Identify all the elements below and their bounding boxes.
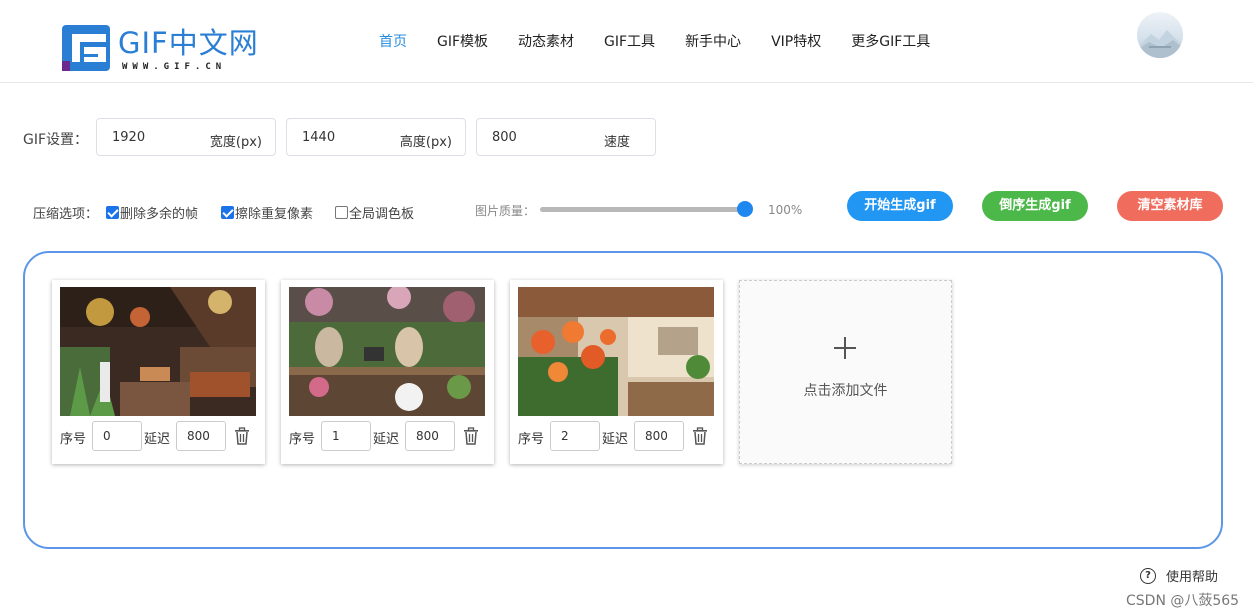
speed-unit: 速度 <box>603 135 630 150</box>
nav-item-vip[interactable]: VIP特权 <box>771 31 821 51</box>
checkbox-unchecked-icon[interactable] <box>335 206 348 219</box>
gif-settings-label: GIF设置： <box>23 132 89 148</box>
order-input[interactable]: 0 <box>92 421 142 451</box>
frame-card: 序号 2 延迟 800 <box>510 280 723 464</box>
trash-icon[interactable] <box>463 427 479 445</box>
frame-thumbnail-flower-shop[interactable] <box>289 287 485 416</box>
nav-item-beginner-center[interactable]: 新手中心 <box>685 31 741 51</box>
checkbox-checked-icon[interactable] <box>221 206 234 219</box>
nav-item-home[interactable]: 首页 <box>379 31 407 51</box>
order-value: 1 <box>332 429 340 443</box>
plus-icon <box>834 337 856 359</box>
checkbox-erase-duplicate-pixels[interactable]: 擦除重复像素 <box>221 203 313 222</box>
checkbox-remove-redundant-frames[interactable]: 删除多余的帧 <box>106 203 198 222</box>
speed-value: 800 <box>492 130 517 145</box>
delay-value: 800 <box>187 429 210 443</box>
width-field[interactable]: 1920 宽度(px) <box>96 118 276 156</box>
avatar-landscape-icon <box>1137 30 1183 58</box>
width-unit: 宽度(px) <box>209 135 262 150</box>
question-mark-icon: ? <box>1140 567 1156 584</box>
frame-controls: 序号 2 延迟 800 <box>518 421 718 451</box>
checkbox-label: 删除多余的帧 <box>120 207 199 222</box>
site-header: GIF中文网 WWW.GIF.CN 首页 GIF模板 动态素材 GIF工具 新手… <box>0 0 1253 83</box>
help-link[interactable]: ? 使用帮助 <box>1140 566 1218 585</box>
trash-icon[interactable] <box>234 427 250 445</box>
csdn-watermark: CSDN @八蔹565 <box>1126 593 1240 609</box>
order-label: 序号 <box>289 432 316 447</box>
nav-item-gif-templates[interactable]: GIF模板 <box>437 31 488 51</box>
logo-text: GIF中文网 <box>118 26 259 60</box>
frames-container: 序号 0 延迟 800 序号 1 延迟 800 序号 2 延迟 800 点击添加… <box>23 251 1223 549</box>
delay-label: 延迟 <box>602 432 629 447</box>
checkbox-global-palette[interactable]: 全局调色板 <box>335 203 414 222</box>
frame-controls: 序号 0 延迟 800 <box>60 421 260 451</box>
checkbox-label: 全局调色板 <box>349 207 415 222</box>
quality-value: 100% <box>768 203 803 217</box>
quality-label: 图片质量： <box>475 204 536 218</box>
main-nav: 首页 GIF模板 动态素材 GIF工具 新手中心 VIP特权 更多GIF工具 <box>379 31 960 51</box>
order-value: 0 <box>103 429 111 443</box>
frame-card: 序号 0 延迟 800 <box>52 280 265 464</box>
site-logo[interactable]: GIF中文网 WWW.GIF.CN <box>62 25 262 73</box>
reverse-generate-gif-button[interactable]: 倒序生成gif <box>982 191 1088 221</box>
delay-label: 延迟 <box>373 432 400 447</box>
frame-thumbnail-restaurant[interactable] <box>60 287 256 416</box>
trash-icon[interactable] <box>692 427 708 445</box>
checkbox-checked-icon[interactable] <box>106 206 119 219</box>
order-label: 序号 <box>518 432 545 447</box>
user-avatar[interactable] <box>1137 12 1183 58</box>
help-label: 使用帮助 <box>1166 570 1219 585</box>
width-value: 1920 <box>112 130 146 145</box>
logo-mark-icon <box>62 25 110 71</box>
nav-item-more-gif-tools[interactable]: 更多GIF工具 <box>851 31 930 51</box>
delay-input[interactable]: 800 <box>634 421 684 451</box>
add-file-label: 点击添加文件 <box>803 383 888 399</box>
frame-thumbnail-roses-cafe[interactable] <box>518 287 714 416</box>
nav-item-animated-assets[interactable]: 动态素材 <box>518 31 574 51</box>
height-unit: 高度(px) <box>399 135 452 150</box>
add-file-card[interactable]: 点击添加文件 <box>739 280 952 464</box>
nav-item-gif-tools[interactable]: GIF工具 <box>604 31 655 51</box>
height-field[interactable]: 1440 高度(px) <box>286 118 466 156</box>
delay-input[interactable]: 800 <box>405 421 455 451</box>
delay-value: 800 <box>416 429 439 443</box>
frame-controls: 序号 1 延迟 800 <box>289 421 489 451</box>
speed-field[interactable]: 800 速度 <box>476 118 656 156</box>
compression-label: 压缩选项： <box>33 207 99 222</box>
frame-card: 序号 1 延迟 800 <box>281 280 494 464</box>
quality-slider-thumb[interactable] <box>737 201 753 217</box>
delay-input[interactable]: 800 <box>176 421 226 451</box>
order-label: 序号 <box>60 432 87 447</box>
delay-label: 延迟 <box>144 432 171 447</box>
height-value: 1440 <box>302 130 336 145</box>
start-generate-gif-button[interactable]: 开始生成gif <box>847 191 953 221</box>
delay-value: 800 <box>645 429 668 443</box>
logo-subtext: WWW.GIF.CN <box>122 62 227 72</box>
order-value: 2 <box>561 429 569 443</box>
quality-slider-track[interactable] <box>540 207 745 212</box>
order-input[interactable]: 1 <box>321 421 371 451</box>
clear-library-button[interactable]: 清空素材库 <box>1117 191 1223 221</box>
checkbox-label: 擦除重复像素 <box>235 207 314 222</box>
order-input[interactable]: 2 <box>550 421 600 451</box>
